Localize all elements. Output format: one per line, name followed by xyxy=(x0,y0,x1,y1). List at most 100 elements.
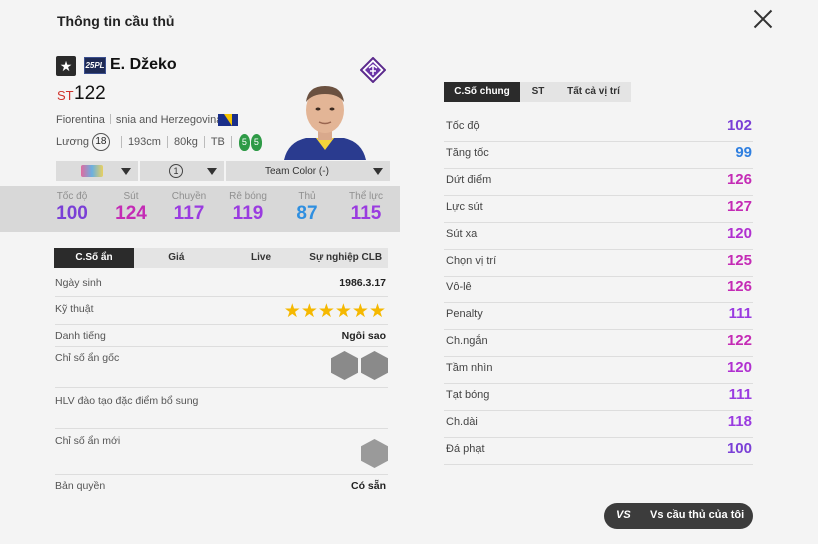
attribute-value: 127 xyxy=(726,197,752,215)
attribute-label: Ch.dài xyxy=(446,415,478,428)
long-shot-trait-icon[interactable] xyxy=(331,351,358,380)
player-name: E. Džeko xyxy=(110,56,177,73)
attribute-label: Penalty xyxy=(446,308,483,321)
close-icon[interactable] xyxy=(752,8,774,30)
chip-icon xyxy=(81,165,103,177)
main-stat-value: 124 xyxy=(115,203,147,224)
attribute-row: Tăng tốc 99 xyxy=(444,143,753,169)
player-photo xyxy=(284,86,366,160)
club-nation-line: Fiorentina snia and Herzegovina xyxy=(56,114,222,126)
attribute-label: Tăng tốc xyxy=(446,146,489,159)
info-row-license: Bản quyền Có sẵn xyxy=(55,480,388,498)
chevron-down-icon xyxy=(207,167,217,175)
favorite-star-icon[interactable]: ★ xyxy=(56,56,76,76)
overall-rating: 122 xyxy=(74,83,106,104)
club-name: Fiorentina xyxy=(56,114,105,126)
birth-value: 1986.3.17 xyxy=(339,277,386,289)
tab-st[interactable]: ST xyxy=(520,82,556,102)
nationality: snia and Herzegovina xyxy=(115,114,223,126)
wage-label: Lương xyxy=(56,136,89,148)
main-stat-value: 115 xyxy=(350,203,382,224)
attribute-label: Tốc độ xyxy=(446,120,480,132)
chevron-down-icon xyxy=(121,167,131,175)
level-dropdown[interactable]: 1 xyxy=(140,161,224,181)
tab-general-stats[interactable]: C.Số chung xyxy=(444,82,520,102)
team-color-dropdown[interactable]: Team Color (-) xyxy=(226,161,390,181)
main-stat: Chuyền 117 xyxy=(164,191,214,225)
left-foot-icon: 5 xyxy=(238,133,250,151)
tab-live[interactable]: Live xyxy=(219,248,304,268)
team-color-value: Team Color (-) xyxy=(265,165,329,177)
main-stat: Rê bóng 119 xyxy=(223,191,273,225)
tab-club-career[interactable]: Sự nghiệp CLB xyxy=(303,248,388,268)
attribute-label: Sút xa xyxy=(446,227,478,240)
attribute-label: Tạt bóng xyxy=(446,389,490,401)
info-row-reputation: Danh tiếng Ngôi sao xyxy=(55,330,388,347)
main-stat-label: Tốc độ xyxy=(56,191,88,202)
card-options-bar: 1 Team Color (-) xyxy=(56,161,390,181)
season-badge: 25PL xyxy=(84,57,106,74)
attribute-label: Tầm nhìn xyxy=(446,362,493,375)
main-stat-value: 117 xyxy=(173,203,205,224)
bosnia-flag-icon xyxy=(218,114,238,126)
attribute-value: 111 xyxy=(728,305,752,323)
attribute-value: 99 xyxy=(735,143,752,161)
attribute-label: Chọn vị trí xyxy=(446,254,497,267)
main-stat-label: Thủ xyxy=(298,191,316,202)
tab-hidden-stats[interactable]: C.Số ẩn xyxy=(54,248,134,268)
physical-info-line: Lương 18 193cm 80kg TB 5 5 xyxy=(56,133,262,151)
lock-icon[interactable] xyxy=(361,439,388,468)
attribute-tabs: C.Số chung ST Tất cả vị trí xyxy=(444,82,631,102)
reputation-value: Ngôi sao xyxy=(341,330,386,342)
main-stats-bar: Tốc độ 100 Sút 124 Chuyền 117 Rê bóng 11… xyxy=(0,186,400,232)
level-value: 1 xyxy=(169,164,183,178)
info-row-hidden-traits: Chỉ số ẩn gốc xyxy=(55,351,388,388)
attribute-value: 120 xyxy=(726,359,752,377)
attribute-row: Ch.ngắn 122 xyxy=(444,331,753,358)
attribute-value: 100 xyxy=(726,439,752,457)
attribute-row: Tầm nhìn 120 xyxy=(444,358,753,385)
coach-traits-label: HLV đào tạo đặc điểm bổ sung xyxy=(55,395,199,407)
compare-label: Vs cầu thủ của tôi xyxy=(650,509,745,521)
attribute-row: Chọn vị trí 125 xyxy=(444,251,753,277)
tab-price[interactable]: Giá xyxy=(134,248,219,268)
main-stat-label: Thể lực xyxy=(349,191,383,202)
height: 193cm xyxy=(127,136,161,148)
main-stat-value: 100 xyxy=(56,203,88,224)
attribute-value: 122 xyxy=(726,332,752,350)
attribute-row: Tốc độ 102 xyxy=(444,116,753,142)
main-stat: Thể lực 115 xyxy=(341,191,391,225)
chain-trait-icon[interactable] xyxy=(361,351,388,380)
page-title: Thông tin cầu thủ xyxy=(57,13,175,29)
main-stat-value: 87 xyxy=(296,203,318,224)
chevron-down-icon xyxy=(373,167,383,175)
reputation-label: Danh tiếng xyxy=(55,330,106,342)
info-row-new-traits: Chỉ số ẩn mới xyxy=(55,435,388,475)
attribute-row: Tạt bóng 111 xyxy=(444,385,753,411)
attribute-label: Dứt điểm xyxy=(446,173,492,186)
attribute-value: 126 xyxy=(726,170,752,188)
body-type: TB xyxy=(210,136,225,148)
attribute-row: Dứt điểm 126 xyxy=(444,170,753,196)
right-foot-icon: 5 xyxy=(250,133,262,151)
position-label: ST xyxy=(57,88,74,103)
compare-my-player-button[interactable]: VS Vs cầu thủ của tôi xyxy=(604,503,753,529)
skill-stars-icon: ★★★★★★ xyxy=(283,301,386,322)
wage-value: 18 xyxy=(91,133,110,151)
enhance-chip-dropdown[interactable] xyxy=(56,161,138,181)
attribute-value: 111 xyxy=(728,386,752,403)
hidden-traits-label: Chỉ số ẩn gốc xyxy=(55,352,120,364)
attribute-row: Lực sút 127 xyxy=(444,197,753,223)
skill-label: Kỹ thuật xyxy=(55,303,94,315)
info-row-birth: Ngày sinh 1986.3.17 xyxy=(55,277,388,297)
attribute-row: Penalty 111 xyxy=(444,304,753,331)
license-value: Có sẵn xyxy=(350,480,386,492)
main-stat: Thủ 87 xyxy=(282,191,332,225)
info-row-coach-traits: HLV đào tạo đặc điểm bổ sung xyxy=(55,395,388,429)
info-tabs: C.Số ẩn Giá Live Sự nghiệp CLB xyxy=(54,248,388,268)
info-row-skill: Kỹ thuật ★★★★★★ xyxy=(55,301,388,325)
attribute-row: Ch.dài 118 xyxy=(444,412,753,438)
attribute-value: 126 xyxy=(726,278,752,296)
tab-all-positions[interactable]: Tất cả vị trí xyxy=(556,82,631,102)
attribute-label: Vô-lê xyxy=(446,281,472,294)
